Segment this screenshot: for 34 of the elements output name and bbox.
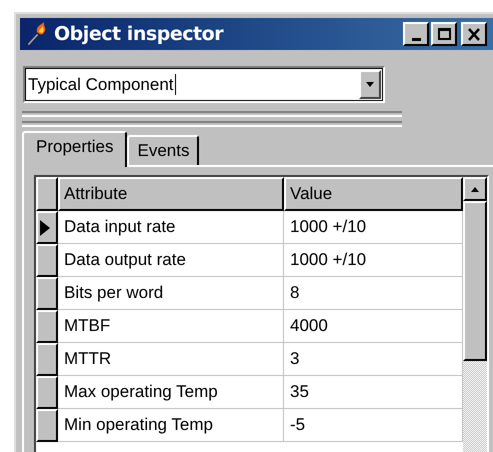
row-indicator[interactable]: [36, 244, 58, 277]
column-header[interactable]: Attribute: [58, 177, 284, 211]
table-cell: 1000 +/10: [284, 244, 463, 277]
row-indicator[interactable]: [36, 310, 58, 343]
scroll-up-icon[interactable]: [463, 177, 487, 201]
scroll-thumb[interactable]: [463, 201, 487, 361]
window-title: Object inspector: [54, 22, 224, 47]
table-cell: Data input rate: [58, 211, 284, 244]
row-indicator[interactable]: [36, 343, 58, 376]
table-cell: 1000 +/10: [284, 211, 463, 244]
minimize-button[interactable]: [403, 22, 429, 46]
row-indicator[interactable]: [36, 409, 58, 442]
table-cell: -5: [284, 409, 463, 442]
column-header[interactable]: Value: [284, 177, 463, 211]
table-cell: MTTR: [58, 343, 284, 376]
maximize-button[interactable]: [431, 22, 457, 46]
table-cell: 4000: [284, 310, 463, 343]
tab[interactable]: Properties: [22, 131, 128, 167]
table-cell: Max operating Temp: [58, 376, 284, 409]
table-cell: 35: [284, 376, 463, 409]
table-cell: Data output rate: [58, 244, 284, 277]
row-indicator[interactable]: [36, 376, 58, 409]
component-dropdown[interactable]: Typical Component: [23, 66, 385, 103]
row-indicator[interactable]: [36, 211, 58, 244]
close-button[interactable]: [461, 22, 487, 46]
table-cell: Min operating Temp: [58, 409, 284, 442]
close-icon: [467, 28, 481, 40]
row-indicator[interactable]: [36, 277, 58, 310]
table-cell: MTBF: [58, 310, 284, 343]
table-cell: 8: [284, 277, 463, 310]
table-cell: 3: [284, 343, 463, 376]
table-cell: Bits per word: [58, 277, 284, 310]
vertical-scrollbar[interactable]: [463, 177, 487, 452]
tab[interactable]: Events: [127, 135, 200, 165]
